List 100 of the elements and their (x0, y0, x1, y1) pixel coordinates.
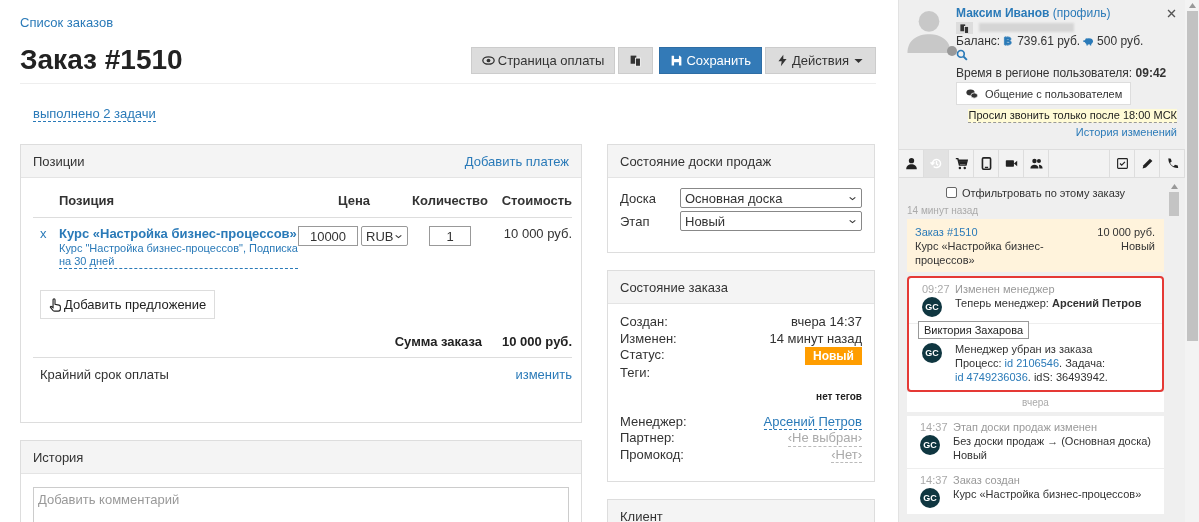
event-title: Заказ создан (953, 473, 1021, 487)
total-label: Сумма заказа (394, 334, 482, 349)
field-label: Теги: (620, 365, 651, 382)
pointing-hand-icon (49, 297, 62, 312)
actions-button[interactable]: Действия (765, 46, 876, 74)
change-history-link[interactable]: История изменений (1075, 125, 1177, 141)
copy-button[interactable] (618, 46, 654, 74)
tasks-link[interactable]: выполнено 2 задачи (33, 107, 156, 122)
field-label: Изменен: (620, 330, 677, 347)
deadline-label: Крайний срок оплаты (40, 367, 169, 382)
select-field[interactable]: Новый (680, 211, 862, 231)
search-icon (956, 49, 968, 61)
id-link[interactable]: id 2106546 (1004, 356, 1059, 369)
field-label: Доска (620, 190, 657, 206)
history-icon (929, 156, 943, 170)
phone-icon (1165, 156, 1179, 170)
eye-icon (481, 53, 495, 67)
field-label: Этап (620, 213, 651, 229)
chat-bubbles-icon (965, 87, 979, 100)
offer-link[interactable]: Курс "Настройка бизнес-процессов", Подписка на 30 дней (59, 242, 298, 269)
scrollbar-thumb[interactable] (1186, 11, 1198, 341)
copy-button[interactable] (956, 21, 973, 34)
filter-checkbox[interactable] (945, 187, 957, 198)
balance-value: 739.61 руб. (1017, 33, 1081, 49)
product-link[interactable]: Курс «Настройка бизнес-процессов» (59, 226, 297, 241)
comment-field[interactable]: Добавить комментарий (33, 487, 569, 522)
user-name-link[interactable]: Максим Иванов (956, 6, 1050, 20)
field-label: Промокод: (620, 446, 684, 463)
date-label: 14 минут назад (907, 203, 980, 218)
event-text: Без доски продаж → (Основная доска) Новый (953, 433, 1153, 462)
event-details: Процесс: id 2106546. Задача: id 4749236036. idS: 36493942. (955, 355, 1109, 384)
callback-note: Просил звонить только после 18:00 МСК (968, 109, 1177, 123)
field-label: Статус: (620, 347, 665, 364)
date-label: вчера (907, 391, 1164, 412)
field-value: 14 минут назад (769, 330, 862, 347)
panel-title: Позиции (33, 153, 85, 169)
order-status: Новый (1120, 238, 1155, 254)
user-icon (904, 156, 918, 170)
author-avatar: GC (920, 434, 940, 455)
field-label: Создан: (620, 314, 668, 331)
order-amount: 10 000 руб. (1097, 224, 1155, 239)
profile-link[interactable]: (профиль) (1052, 6, 1111, 20)
event-time: 09:27 (922, 282, 951, 295)
region-time: 09:42 (1135, 65, 1167, 80)
id-link[interactable]: id 4749236036 (955, 370, 1028, 383)
event-text: Теперь менеджер: Арсений Петров (955, 295, 1143, 310)
order-link[interactable]: Заказ #1510 (915, 224, 1092, 239)
event-title: Изменен менеджер (955, 282, 1056, 296)
total-value: 10 000 руб. (502, 334, 572, 349)
author-avatar: GC (922, 342, 942, 363)
event-time: 14:37 (920, 420, 949, 433)
currency-select[interactable]: RUB (361, 226, 408, 246)
cost-cell-text: 10 000 руб. (502, 226, 572, 241)
panel-title: Состояние доски продаж (620, 153, 772, 169)
cart-icon (954, 156, 968, 170)
chat-button[interactable]: Общение с пользователем (956, 82, 1132, 105)
bonus-value: 500 руб. (1097, 33, 1144, 49)
balance-label: Баланс: (956, 33, 1001, 49)
filter-label: Отфильтровать по этому заказу (961, 186, 1126, 199)
users-icon (1029, 156, 1043, 170)
price-field[interactable]: 10000 (298, 226, 358, 246)
scrollbar-thumb[interactable] (1169, 191, 1179, 216)
column-header: Цена (337, 193, 371, 208)
checkbox-icon (1115, 156, 1129, 170)
add-offer-button[interactable]: Добавить предложение (40, 290, 216, 319)
author-avatar: GC (922, 296, 942, 317)
breadcrumb-link[interactable]: Список заказов (20, 15, 114, 30)
author-avatar: GC (920, 487, 940, 508)
scroll-up-icon (1170, 183, 1178, 189)
close-icon[interactable] (1166, 8, 1177, 19)
column-header: Стоимость (500, 193, 572, 208)
add-payment-link[interactable]: Добавить платеж (464, 153, 569, 169)
scroll-up-icon (1188, 3, 1196, 8)
page-title: Заказ #1510 (20, 44, 183, 76)
coin-b-icon (1003, 35, 1015, 48)
remove-link[interactable]: x (33, 226, 59, 241)
event-text: Менеджер убран из заказа (955, 341, 1094, 356)
tags-value: нет тегов (815, 389, 862, 404)
piggy-bank-icon (1083, 35, 1095, 48)
region-time-label: Время в регионе пользователя: (956, 65, 1133, 80)
panel-title: История (33, 449, 84, 465)
payment-page-button[interactable]: Страница оплаты (470, 46, 616, 74)
column-header: Позиция (59, 193, 116, 208)
copy-icon (629, 53, 643, 67)
event-text: Курс «Настройка бизнес-процессов» (953, 486, 1143, 501)
select-field[interactable]: Основная доска (680, 188, 862, 208)
field-label: Партнер: (620, 430, 675, 447)
panel-title: Клиент (620, 509, 663, 522)
tablet-icon (979, 156, 993, 170)
status-badge: Новый (805, 347, 862, 365)
save-button[interactable]: Сохранить (659, 46, 763, 74)
change-link[interactable]: изменить (515, 367, 572, 382)
column-header: Количество (411, 193, 489, 208)
pencil-icon (1140, 156, 1154, 170)
panel-title: Состояние заказа (620, 279, 728, 295)
field-value: вчера 14:37 (791, 314, 862, 331)
event-title: Этап доски продаж изменен (953, 420, 1099, 434)
field-label: Менеджер: (620, 413, 687, 430)
quantity-field[interactable]: 1 (429, 226, 471, 246)
manager-link[interactable]: Арсений Петров (763, 413, 862, 430)
